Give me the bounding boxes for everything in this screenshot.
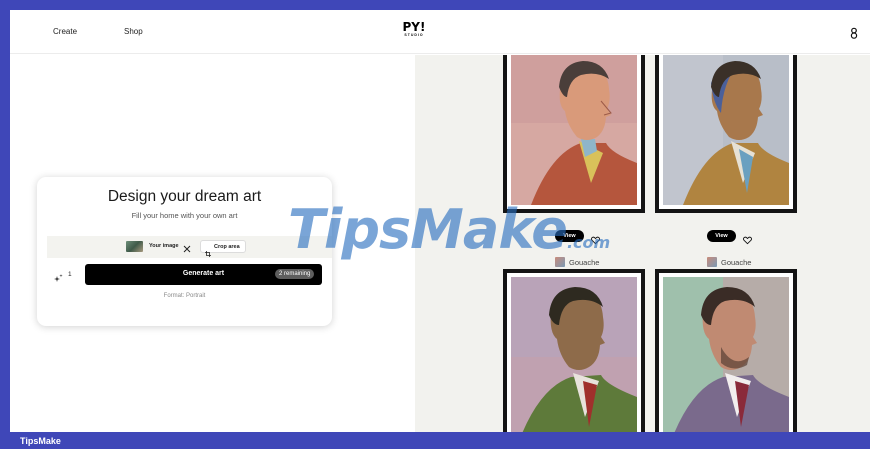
crop-area-button[interactable]: Crop area	[200, 240, 246, 257]
heart-icon[interactable]	[743, 232, 752, 245]
your-image-label: Your image	[149, 243, 179, 249]
artwork-card[interactable]	[503, 55, 645, 213]
watermark-text: TipsMake	[288, 198, 568, 261]
artwork-card[interactable]	[655, 55, 797, 213]
portrait-image	[511, 277, 637, 432]
portrait-image	[511, 55, 637, 205]
portrait-image	[663, 55, 789, 205]
uploaded-image-thumbnail[interactable]	[126, 241, 143, 252]
artwork-card[interactable]	[655, 269, 797, 432]
generate-art-button[interactable]: Generate art 2 remaining	[85, 264, 322, 285]
logo-mark: PY!	[402, 20, 426, 34]
quantity-stepper[interactable]: 1	[49, 265, 79, 285]
style-swatch	[707, 257, 717, 267]
quantity-value: 1	[68, 271, 72, 278]
portrait-image	[663, 277, 789, 432]
crop-area-label: Crop area	[214, 244, 240, 250]
nav-shop-link[interactable]: Shop	[124, 27, 143, 36]
watermark: TipsMake.com	[288, 200, 610, 273]
artwork-card[interactable]	[503, 269, 645, 432]
style-label: Gouache	[721, 258, 752, 267]
user-icon[interactable]	[848, 26, 860, 39]
sparkle-icon	[54, 270, 63, 282]
studio-logo[interactable]: PY! STUDIO	[400, 20, 428, 38]
top-navigation: Create Shop PY! STUDIO	[10, 10, 870, 54]
footer-brand: TipsMake	[20, 436, 61, 446]
nav-create-link[interactable]: Create	[53, 27, 77, 36]
app-window: Create Shop PY! STUDIO Design your dream…	[10, 10, 870, 432]
crop-icon	[205, 244, 211, 257]
close-icon[interactable]	[182, 241, 192, 253]
watermark-suffix: .com	[566, 233, 611, 252]
view-button[interactable]: View	[707, 230, 736, 242]
format-label: Format: Portrait	[163, 293, 206, 299]
